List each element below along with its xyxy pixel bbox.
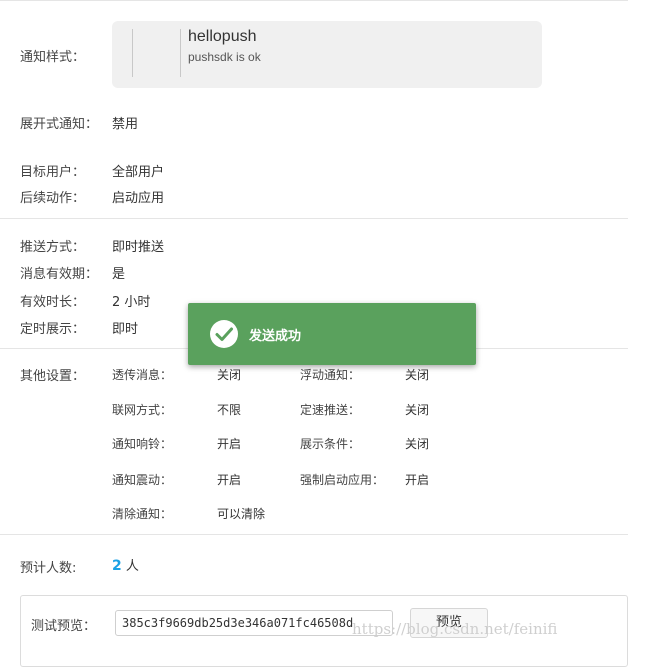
check-circle-icon	[210, 320, 238, 348]
other-settings-label: 其他设置：	[20, 369, 86, 384]
watermark-text: https://blog.csdn.net/feinifi	[352, 620, 558, 638]
estimated-count-number: 2	[112, 558, 122, 574]
setting-clear-value: 可以清除	[217, 507, 266, 521]
push-method-label: 推送方式：	[20, 240, 86, 255]
message-validity-value: 是	[112, 267, 126, 282]
divider	[0, 534, 628, 535]
scheduled-display-label: 定时展示：	[20, 322, 86, 337]
setting-ringtone-label: 通知响铃：	[112, 437, 173, 451]
follow-action-label: 后续动作：	[20, 191, 86, 206]
setting-floating-value: 关闭	[405, 368, 430, 382]
setting-clear-label: 清除通知：	[112, 507, 173, 521]
notification-preview-title: hellopush	[188, 28, 257, 45]
expanded-notification-label: 展开式通知：	[20, 117, 99, 132]
setting-vibration-label: 通知震动：	[112, 473, 173, 487]
success-toast: 发送成功	[188, 303, 476, 365]
follow-action-value: 启动应用	[112, 191, 165, 206]
notification-preview-card: hellopush pushsdk is ok	[112, 21, 542, 88]
estimated-count-unit: 人	[125, 559, 139, 574]
setting-floating-label: 浮动通知：	[300, 368, 361, 382]
setting-network-value: 不限	[217, 403, 242, 417]
target-users-value: 全部用户	[112, 165, 165, 180]
target-users-label: 目标用户：	[20, 165, 86, 180]
test-preview-label: 测试预览：	[31, 619, 97, 634]
notification-preview-content: pushsdk is ok	[188, 50, 261, 64]
validity-duration-value: 2 小时	[112, 295, 151, 310]
toast-message: 发送成功	[249, 329, 302, 344]
setting-passthrough-label: 透传消息：	[112, 368, 173, 382]
setting-rate-limit-value: 关闭	[405, 403, 430, 417]
setting-network-label: 联网方式：	[112, 403, 173, 417]
push-method-value: 即时推送	[112, 240, 165, 255]
divider	[0, 218, 628, 219]
divider	[0, 0, 628, 1]
message-validity-label: 消息有效期：	[20, 267, 99, 282]
scheduled-display-value: 即时	[112, 322, 139, 337]
preview-divider	[180, 29, 181, 77]
estimated-count-label: 预计人数:	[20, 561, 77, 576]
preview-divider	[132, 29, 133, 77]
notification-style-label: 通知样式：	[20, 50, 86, 65]
estimated-count: 2 人	[112, 555, 139, 574]
setting-vibration-value: 开启	[217, 473, 242, 487]
setting-display-condition-label: 展示条件：	[300, 437, 361, 451]
setting-passthrough-value: 关闭	[217, 368, 242, 382]
setting-force-launch-value: 开启	[405, 473, 430, 487]
setting-display-condition-value: 关闭	[405, 437, 430, 451]
setting-force-launch-label: 强制启动应用：	[300, 473, 385, 487]
setting-ringtone-value: 开启	[217, 437, 242, 451]
setting-rate-limit-label: 定速推送：	[300, 403, 361, 417]
expanded-notification-value: 禁用	[112, 117, 139, 132]
validity-duration-label: 有效时长：	[20, 295, 86, 310]
